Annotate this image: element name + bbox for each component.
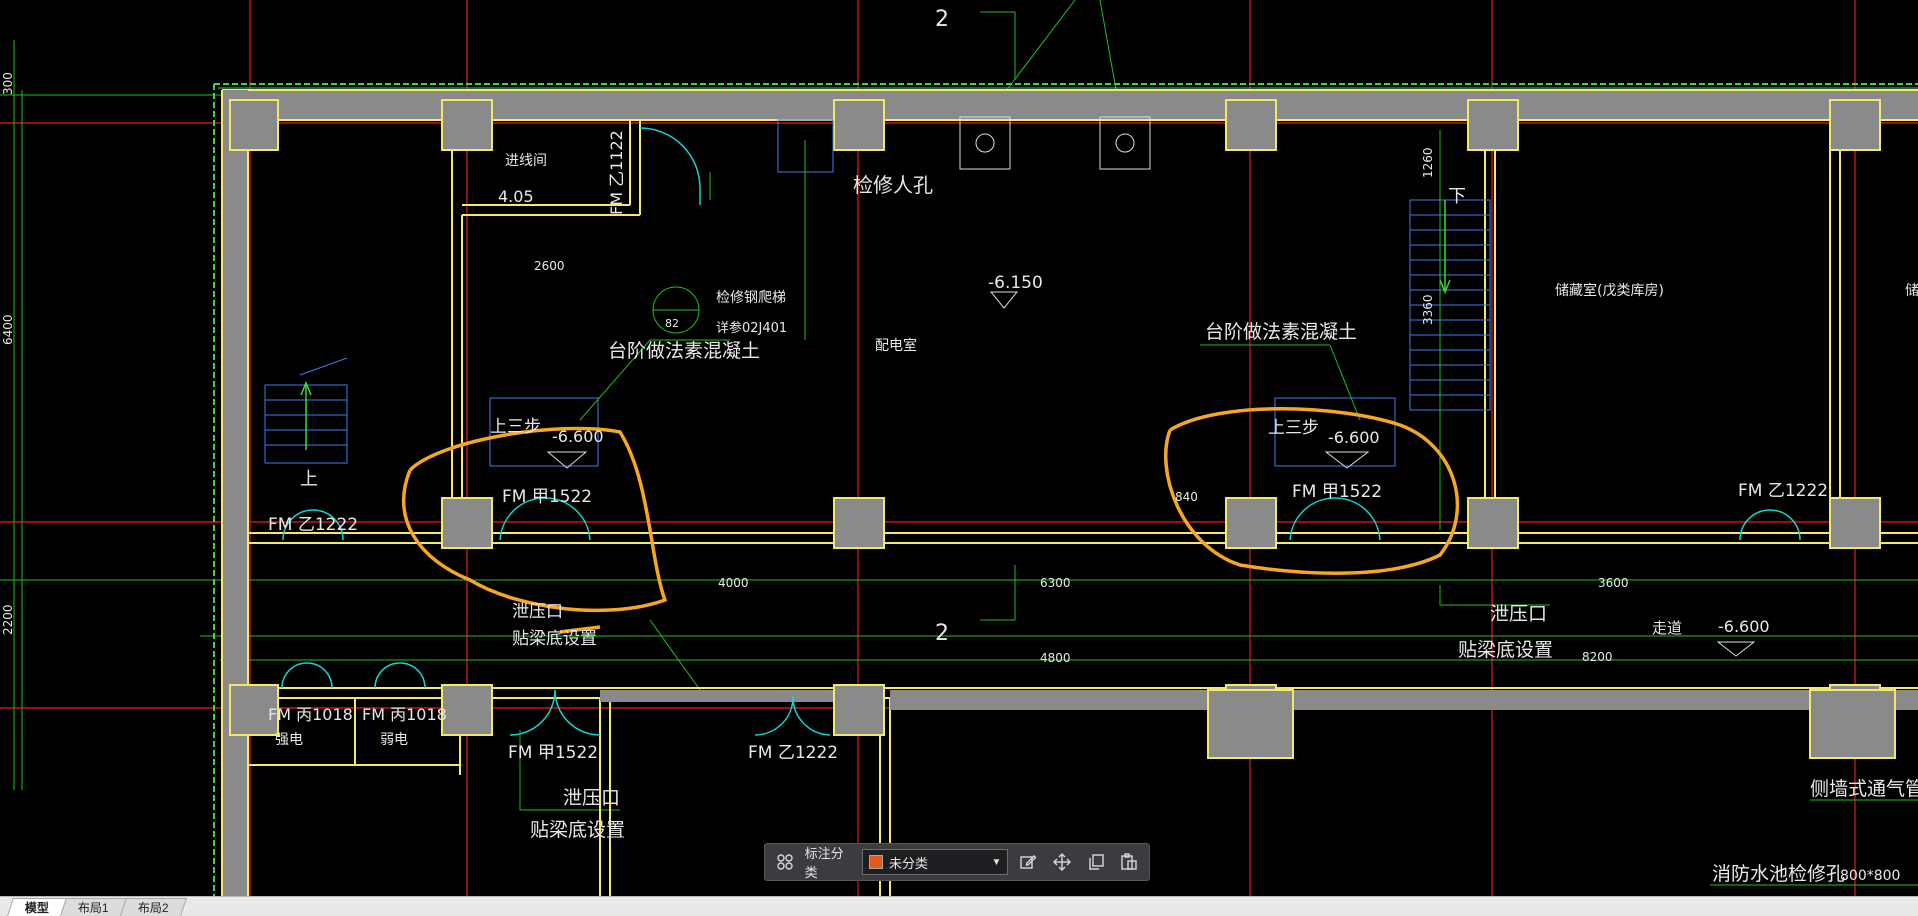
cad-drawing-canvas[interactable]: 2 2 检修人孔 进线间 4.05 FM 乙1122 检修钢爬梯 详参02J40… <box>0 0 1918 896</box>
label-storage: 储藏室(戊类库房) <box>1555 282 1664 299</box>
dim-left-300: 300 <box>1 72 15 95</box>
dim-1260: 1260 <box>1421 147 1435 178</box>
label-power-room: 配电室 <box>875 337 917 354</box>
label-pressure-port-a: 泄压口 <box>512 602 563 622</box>
label-door-fm-jia1522-a: FM 甲1522 <box>502 487 592 507</box>
label-door-fm-jia1522-c: FM 甲1522 <box>508 743 598 763</box>
label-stair-top: 2 <box>935 7 949 32</box>
annotation-category-value: 未分类 <box>889 855 929 871</box>
annotation-toolbar: 标注分类 未分类 ▼ <box>764 843 1150 881</box>
edit-icon[interactable] <box>1014 848 1042 876</box>
annotation-category-select[interactable]: 未分类 ▼ <box>862 849 1009 875</box>
dim-2600: 2600 <box>534 259 565 273</box>
label-level-6150: -6.150 <box>988 273 1043 293</box>
tab-model[interactable]: 模型 <box>7 898 67 916</box>
tab-layout-1[interactable]: 布局1 <box>60 898 127 916</box>
dim-3600: 3600 <box>1598 576 1629 590</box>
label-ladder: 检修钢爬梯 <box>716 290 786 306</box>
dim-left-6400: 6400 <box>1 314 15 345</box>
label-cable-room: 进线间 <box>505 153 547 169</box>
label-level-6600-corridor: -6.600 <box>1718 617 1770 636</box>
label-door-fm-z1222-c: FM 乙1222 <box>748 743 838 763</box>
label-up-left: 上 <box>300 469 318 490</box>
label-mid-2: 2 <box>935 621 949 646</box>
tab-layout-2[interactable]: 布局2 <box>119 898 187 916</box>
label-door-fm-z1222-a: FM 乙1222 <box>268 515 358 535</box>
label-pressure-port-c: 泄压口 <box>563 787 620 809</box>
label-circle-num: 82 <box>665 317 679 330</box>
label-strong-elec: 强电 <box>275 732 303 748</box>
grid-icon[interactable] <box>771 848 799 876</box>
label-beam-bottom-c: 贴梁底设置 <box>530 819 625 841</box>
label-weak-elec: 弱电 <box>380 732 408 748</box>
label-level-6600-left: -6.600 <box>552 427 604 446</box>
category-color-swatch <box>869 855 884 869</box>
label-beam-bottom-b: 贴梁底设置 <box>1458 639 1553 661</box>
label-corridor: 走道 <box>1652 619 1682 637</box>
dim-840: 840 <box>1175 490 1198 504</box>
dim-4000: 4000 <box>718 576 749 590</box>
label-door-fm-z1222-b: FM 乙1222 <box>1738 481 1828 501</box>
chevron-down-icon: ▼ <box>991 856 1002 868</box>
label-cable-room-level: 4.05 <box>498 187 534 206</box>
label-maint-hole: 检修人孔 <box>853 173 933 197</box>
layout-tab-bar: 模型 布局1 布局2 <box>0 896 1918 916</box>
copy-icon[interactable] <box>1082 848 1110 876</box>
label-up-stairs-left: 上三步 <box>490 417 541 437</box>
annotation-category-label: 标注分类 <box>804 846 844 880</box>
dim-8200: 8200 <box>1582 650 1613 664</box>
dim-4800: 4800 <box>1040 651 1071 665</box>
dim-6300: 6300 <box>1040 576 1071 590</box>
label-door-fm-bing1018-a: FM 丙1018 <box>268 705 353 724</box>
label-pool-hatch: 消防水池检修孔 <box>1712 863 1845 885</box>
label-door-fm-z1122: FM 乙1122 <box>607 130 626 215</box>
label-level-6600-right: -6.600 <box>1328 428 1380 447</box>
label-beam-bottom-a: 贴梁底设置 <box>512 629 597 649</box>
label-storage-right: 储 <box>1905 283 1918 299</box>
label-ladder-ref: 详参02J401 <box>716 320 787 336</box>
label-side-vent: 侧墙式通气管 <box>1810 778 1918 800</box>
label-door-fm-jia1522-b: FM 甲1522 <box>1292 482 1382 502</box>
label-door-fm-bing1018-b: FM 丙1018 <box>362 705 447 724</box>
label-down-right: 下 <box>1448 186 1466 207</box>
label-step-note-left: 台阶做法素混凝土 <box>608 340 760 362</box>
label-pool-hatch-size: 800*800 <box>1840 868 1900 884</box>
dim-3360: 3360 <box>1421 294 1435 325</box>
paste-icon[interactable] <box>1115 848 1143 876</box>
dim-left-2200: 2200 <box>1 604 15 635</box>
label-up-stairs-right: 上三步 <box>1268 418 1319 438</box>
label-step-note-right: 台阶做法素混凝土 <box>1205 321 1357 343</box>
label-pressure-port-b: 泄压口 <box>1490 603 1547 625</box>
move-icon[interactable] <box>1048 848 1076 876</box>
